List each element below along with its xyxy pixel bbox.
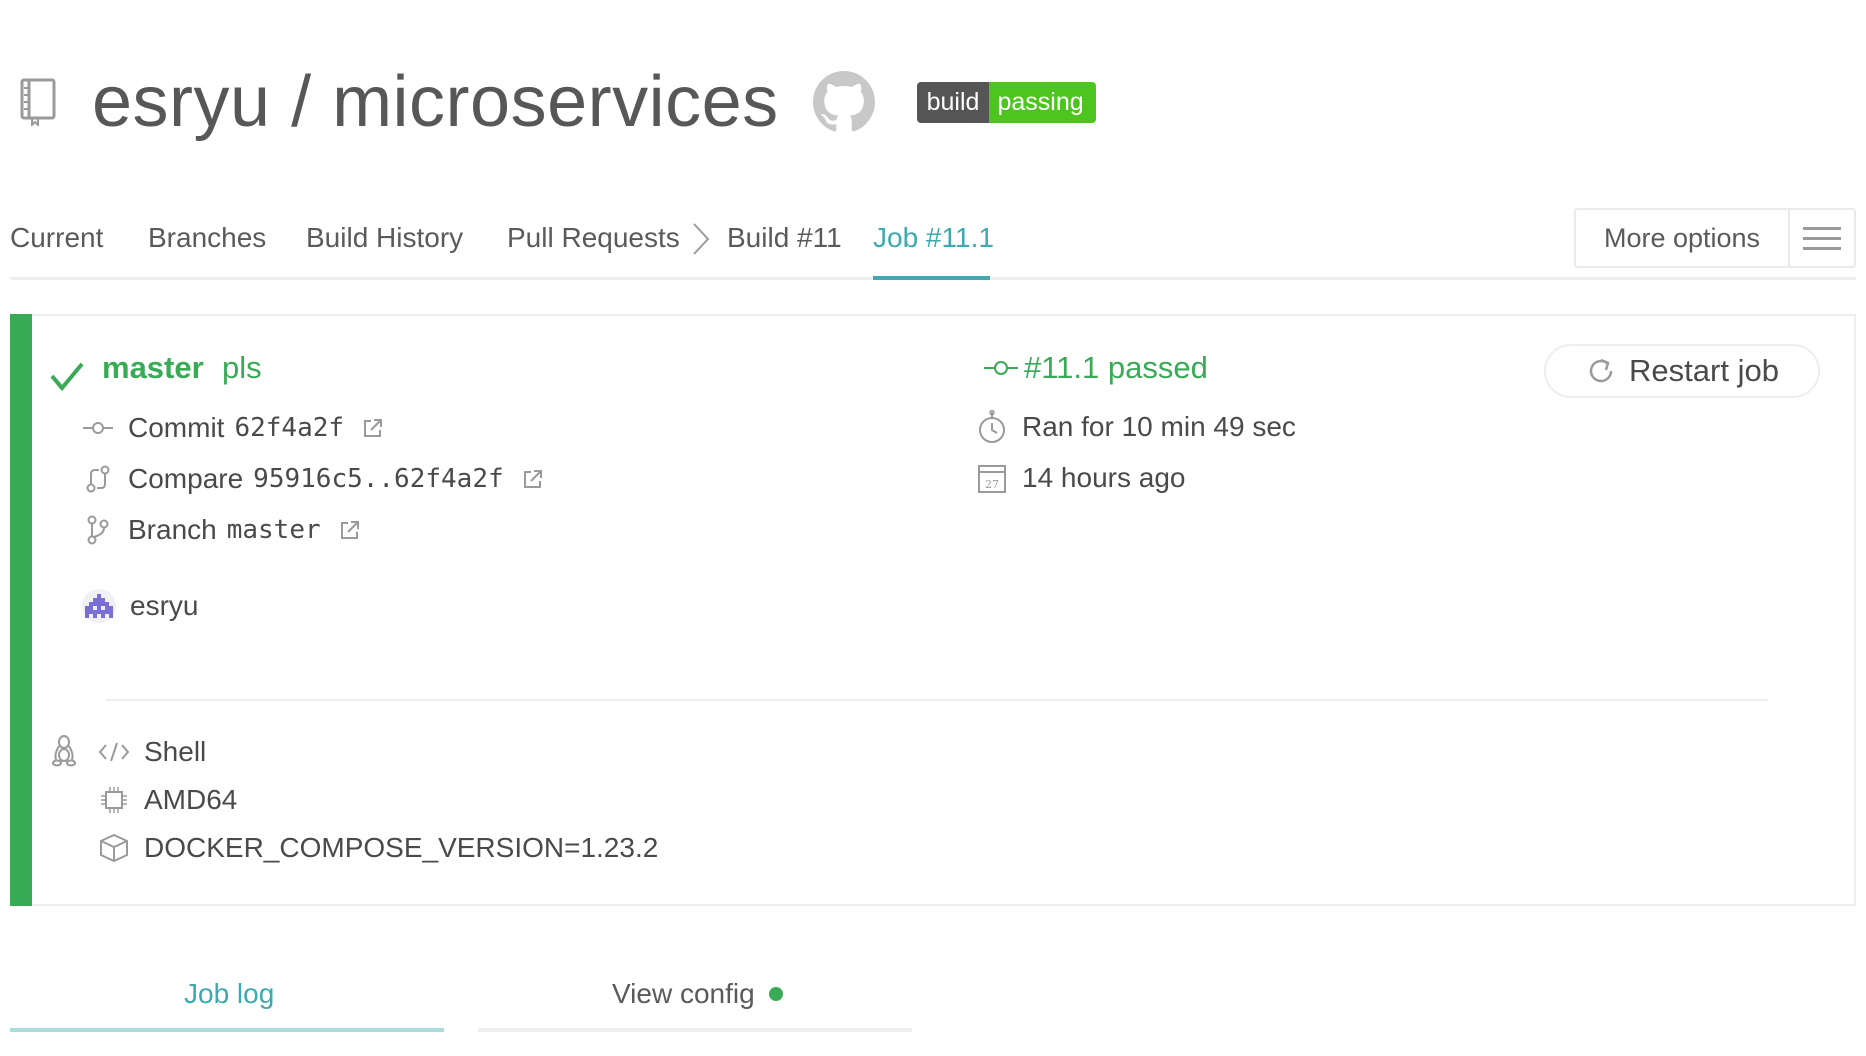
build-status-badge[interactable]: build passing: [916, 81, 1096, 123]
job-status-text: #11.1 passed: [1024, 350, 1208, 385]
restart-job-label: Restart job: [1629, 353, 1779, 388]
external-link-icon[interactable]: [362, 417, 384, 439]
external-link-icon[interactable]: [339, 519, 361, 541]
branch-row[interactable]: Branch master: [82, 514, 361, 546]
commit-message: pls: [222, 350, 262, 385]
tab-build[interactable]: Build #11: [727, 222, 842, 254]
duration-row: Ran for 10 min 49 sec: [976, 410, 1296, 443]
commit-icon: [82, 412, 114, 444]
branch-icon: [82, 514, 114, 546]
language-text: Shell: [144, 736, 207, 767]
commit-label: Commit: [128, 412, 225, 443]
repository-icon: [14, 74, 62, 130]
commit-row[interactable]: Commit 62f4a2f: [82, 412, 384, 444]
arch-row: AMD64: [98, 784, 237, 816]
status-stripe: [10, 314, 32, 906]
external-link-icon[interactable]: [522, 468, 544, 490]
arch-text: AMD64: [144, 784, 238, 815]
branch-label: Branch: [128, 514, 217, 545]
tab-current[interactable]: Current: [10, 222, 103, 254]
more-options-button[interactable]: More options: [1574, 208, 1856, 268]
branch-name-link[interactable]: master: [102, 350, 204, 386]
job-summary-card: master pls #11.1 passed Restart job Comm…: [10, 314, 1856, 906]
job-log-underline: [10, 1028, 444, 1032]
more-options-label: More options: [1603, 222, 1761, 253]
badge-status: passing: [989, 81, 1096, 123]
active-tab-indicator: [873, 276, 990, 280]
badge-label: build: [916, 81, 990, 123]
repo-tabs: Current Branches Build History Pull Requ…: [10, 208, 1856, 280]
finished-row: 27 14 hours ago: [976, 462, 1185, 494]
job-status: #11.1 passed: [984, 350, 1208, 386]
stopwatch-icon: [976, 410, 1008, 443]
repo-header: esryu / microservices build passing: [14, 62, 1096, 142]
restart-job-button[interactable]: Restart job: [1544, 344, 1820, 398]
commit-icon: [984, 361, 1018, 375]
env-row: DOCKER_COMPOSE_VERSION=1.23.2: [98, 832, 658, 864]
language-row: Shell: [98, 736, 206, 768]
avatar: [82, 589, 116, 623]
compare-icon: [82, 463, 114, 495]
job-tabs: Job log View config: [10, 960, 912, 1032]
duration-text: Ran for 10 min 49 sec: [1022, 411, 1296, 442]
compare-label: Compare: [128, 463, 244, 494]
github-icon[interactable]: [812, 70, 877, 134]
restart-icon: [1589, 358, 1613, 383]
cpu-icon: [98, 784, 130, 816]
hamburger-menu-icon[interactable]: [1788, 210, 1854, 266]
calendar-day: 27: [985, 478, 999, 491]
tab-branches[interactable]: Branches: [148, 222, 266, 254]
tab-pull-requests[interactable]: Pull Requests: [507, 222, 680, 254]
breadcrumb-chevron-icon: [693, 223, 710, 255]
code-icon: [98, 736, 130, 768]
card-divider: [106, 699, 1768, 701]
compare-range: 95916c5..62f4a2f: [253, 464, 504, 494]
env-text: DOCKER_COMPOSE_VERSION=1.23.2: [144, 832, 659, 863]
tab-build-history[interactable]: Build History: [306, 222, 463, 254]
finished-text: 14 hours ago: [1022, 462, 1186, 493]
passed-check-icon: [50, 362, 84, 392]
view-config-label: View config: [612, 978, 755, 1009]
view-config-underline: [478, 1028, 912, 1032]
author-row: esryu: [82, 589, 198, 623]
compare-row[interactable]: Compare 95916c5..62f4a2f: [82, 463, 544, 495]
tab-job[interactable]: Job #11.1: [873, 222, 994, 254]
tab-view-config[interactable]: View config: [612, 978, 783, 1010]
tab-job-log[interactable]: Job log: [184, 978, 274, 1010]
repo-title: esryu / microservices: [92, 62, 779, 142]
branch-value: master: [226, 515, 321, 545]
calendar-icon: 27: [976, 462, 1008, 494]
linux-icon: [52, 735, 76, 767]
author-name: esryu: [130, 590, 199, 621]
package-box-icon: [98, 832, 130, 864]
config-status-dot: [768, 986, 783, 1001]
commit-sha: 62f4a2f: [234, 413, 345, 443]
